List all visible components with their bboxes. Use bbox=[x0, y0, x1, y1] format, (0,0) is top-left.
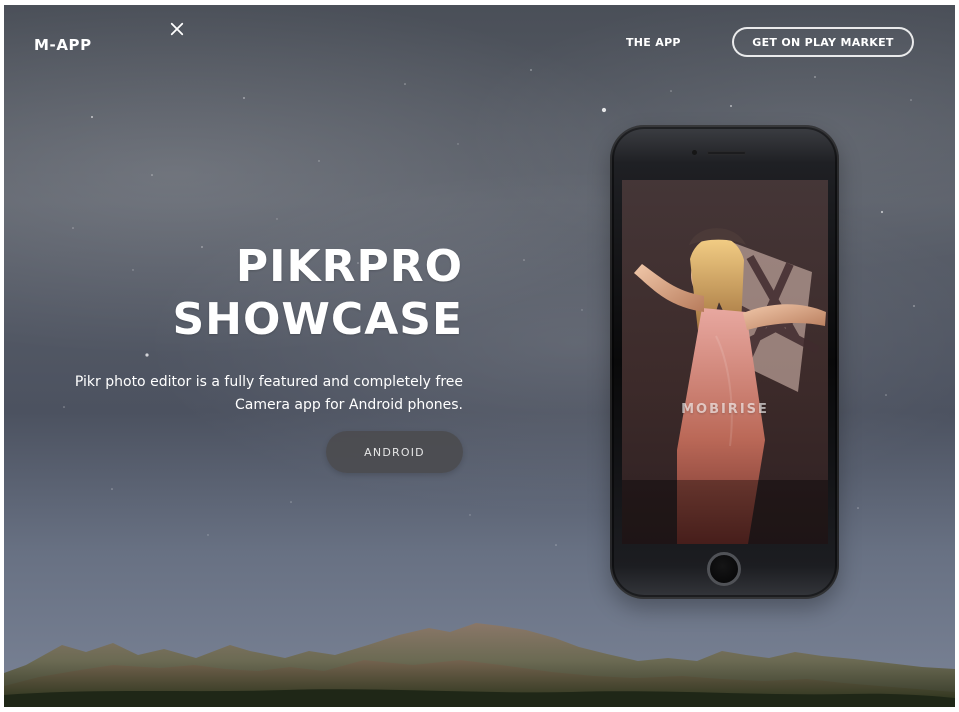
hero-description-line-2: Camera app for Android phones. bbox=[234, 397, 463, 413]
hero-page: M-APP THE APP GET ON PLAY MARKET PIKRPRO… bbox=[4, 5, 955, 707]
hero-title: PIKRPRO SHOWCASE bbox=[172, 240, 463, 346]
close-icon[interactable] bbox=[164, 16, 190, 42]
the-app-link[interactable]: THE APP bbox=[626, 36, 681, 49]
screen-watermark: MOBIRISE bbox=[681, 402, 769, 417]
brand-logo-text[interactable]: M-APP bbox=[34, 36, 92, 54]
android-button[interactable]: ANDROID bbox=[326, 431, 463, 473]
hero-description-line-1: Pikr photo editor is a fully featured an… bbox=[74, 374, 463, 390]
get-on-play-market-button[interactable]: GET ON PLAY MARKET bbox=[732, 27, 914, 57]
phone-speaker bbox=[707, 151, 746, 155]
hero-description: Pikr photo editor is a fully featured an… bbox=[33, 371, 463, 417]
home-button bbox=[707, 552, 741, 586]
top-navigation: M-APP THE APP GET ON PLAY MARKET bbox=[4, 5, 955, 83]
smartphone-mockup: MOBIRISE bbox=[610, 125, 839, 599]
hero-title-line-2: SHOWCASE bbox=[172, 294, 463, 345]
phone-screen-photo bbox=[622, 180, 828, 544]
hero-title-line-1: PIKRPRO bbox=[235, 241, 463, 292]
phone-screen: MOBIRISE bbox=[622, 180, 828, 544]
front-camera bbox=[692, 150, 697, 155]
